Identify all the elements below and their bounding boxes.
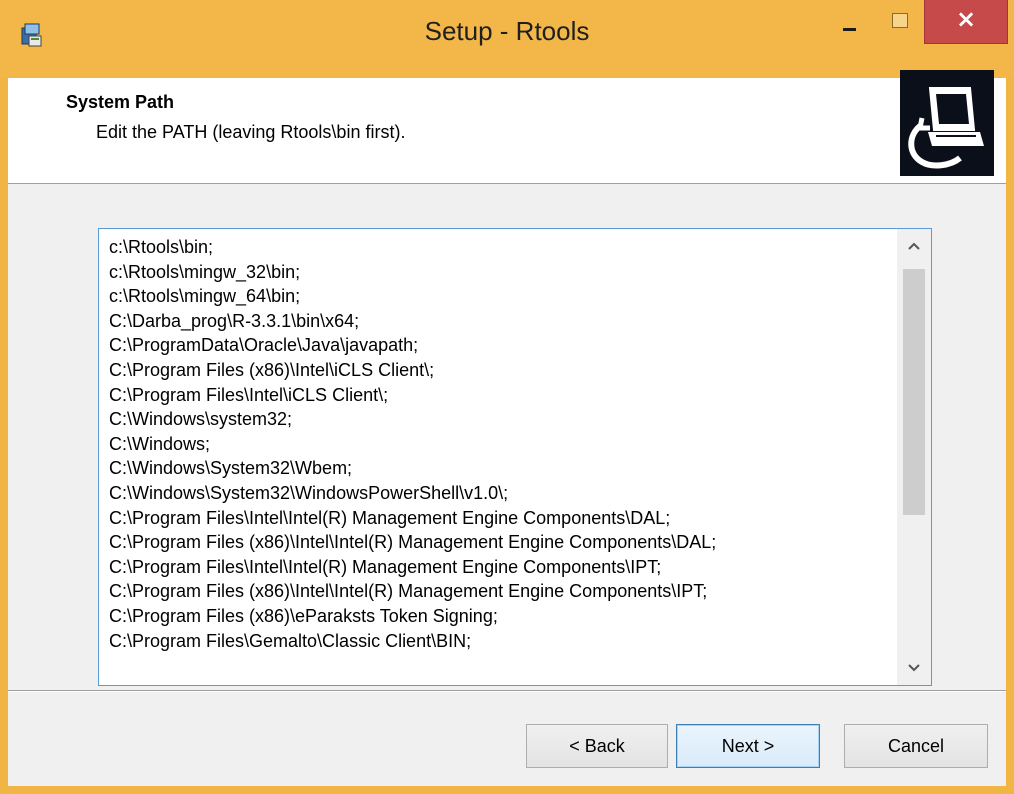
path-line: C:\Program Files (x86)\eParaksts Token S… bbox=[109, 605, 498, 626]
scrollbar-thumb[interactable] bbox=[903, 269, 925, 515]
divider bbox=[8, 690, 1006, 692]
minimize-button[interactable] bbox=[826, 0, 874, 46]
computer-install-icon bbox=[900, 70, 994, 176]
wizard-header: System Path Edit the PATH (leaving Rtool… bbox=[8, 70, 1006, 184]
path-line: C:\Program Files (x86)\Intel\iCLS Client… bbox=[109, 359, 435, 380]
path-line: C:\Program Files\Intel\Intel(R) Manageme… bbox=[109, 507, 671, 528]
path-line: C:\Program Files\Intel\Intel(R) Manageme… bbox=[109, 556, 662, 577]
back-button[interactable]: < Back bbox=[526, 724, 668, 768]
title-bar[interactable]: Setup - Rtools × bbox=[0, 0, 1014, 78]
path-line: C:\Darba_prog\R-3.3.1\bin\x64; bbox=[109, 310, 360, 331]
next-button[interactable]: Next > bbox=[676, 724, 820, 768]
path-line: C:\Program Files (x86)\Intel\Intel(R) Ma… bbox=[109, 581, 708, 602]
path-line: c:\Rtools\mingw_64\bin; bbox=[109, 286, 301, 307]
path-line: C:\Program Files\Gemalto\Classic Client\… bbox=[109, 630, 472, 651]
path-line: C:\Program Files (x86)\Intel\Intel(R) Ma… bbox=[109, 532, 717, 553]
maximize-button[interactable] bbox=[876, 0, 922, 46]
cancel-button[interactable]: Cancel bbox=[844, 724, 988, 768]
close-icon: × bbox=[955, 5, 977, 33]
path-line: c:\Rtools\bin; bbox=[109, 237, 214, 257]
page-subtitle: Edit the PATH (leaving Rtools\bin first)… bbox=[96, 122, 406, 142]
path-line: C:\Windows\system32; bbox=[109, 409, 293, 430]
vertical-scrollbar[interactable] bbox=[897, 229, 931, 685]
close-button[interactable]: × bbox=[924, 0, 1008, 44]
page-title: System Path bbox=[66, 92, 175, 112]
path-line: C:\Windows\System32\Wbem; bbox=[109, 458, 353, 479]
path-textarea[interactable]: c:\Rtools\bin; c:\Rtools\mingw_32\bin; c:\… bbox=[98, 228, 932, 686]
path-line: C:\Windows; bbox=[109, 433, 211, 454]
dialog-client-area: System Path Edit the PATH (leaving Rtool… bbox=[8, 70, 1006, 786]
path-lines-container[interactable]: c:\Rtools\bin; c:\Rtools\mingw_32\bin; c:\… bbox=[109, 235, 899, 681]
chevron-down-icon[interactable] bbox=[897, 651, 931, 685]
path-line: c:\Rtools\mingw_32\bin; bbox=[109, 261, 301, 282]
path-line: C:\Windows\System32\WindowsPowerShell\v1… bbox=[109, 482, 509, 503]
chevron-up-icon[interactable] bbox=[897, 229, 931, 263]
path-line: C:\ProgramData\Oracle\Java\javapath; bbox=[109, 335, 419, 356]
path-line: C:\Program Files\Intel\iCLS Client\; bbox=[109, 384, 389, 405]
setup-window: Setup - Rtools × System Path Edit the PA… bbox=[0, 0, 1014, 794]
